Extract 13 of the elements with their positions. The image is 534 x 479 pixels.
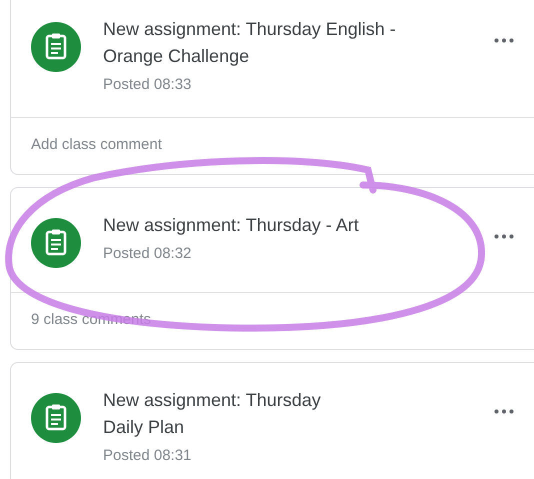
post-title[interactable]: New assignment: Thursday English - Orange Challenge bbox=[103, 16, 472, 70]
assignment-icon bbox=[31, 393, 81, 443]
assignment-icon bbox=[31, 22, 81, 72]
post-title[interactable]: New assignment: Thursday Daily Plan bbox=[103, 387, 472, 441]
assignment-icon bbox=[31, 218, 81, 268]
class-comment-link[interactable]: Add class comment bbox=[31, 136, 162, 153]
more-icon[interactable] bbox=[494, 234, 514, 239]
post-time: Posted 08:31 bbox=[103, 447, 192, 464]
post-time: Posted 08:33 bbox=[103, 76, 192, 93]
post-title[interactable]: New assignment: Thursday - Art bbox=[103, 212, 472, 239]
more-icon[interactable] bbox=[494, 409, 514, 414]
post-time: Posted 08:32 bbox=[103, 245, 192, 262]
more-icon[interactable] bbox=[494, 38, 514, 43]
